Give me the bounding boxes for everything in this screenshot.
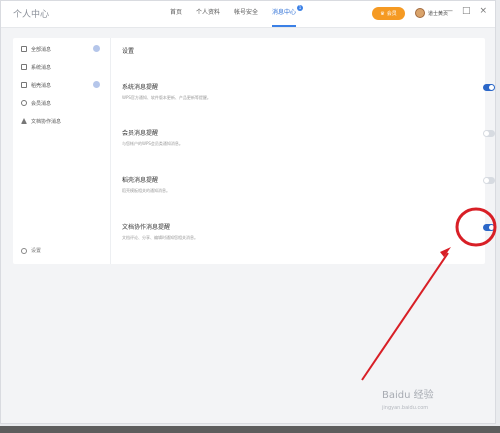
page-title: 设置 <box>122 48 135 55</box>
sidebar-item-label: 文档协作消息 <box>31 118 62 125</box>
setting-description: 文档评论、分享、编辑时通知您相关消息。 <box>122 235 198 240</box>
sidebar-item-member-messages[interactable]: 会员消息 <box>13 94 110 112</box>
setting-description: 与您帐户的WPS会员类通知消息。 <box>122 141 183 146</box>
sidebar-badge <box>93 45 100 52</box>
inbox-icon <box>21 46 27 52</box>
app-window: 个人中心 首页 个人资料 帐号安全 消息中心 1 ♛ 会员 道士黄页 — □ ×… <box>0 0 496 424</box>
tab-account-security[interactable]: 帐号安全 <box>234 1 258 27</box>
setting-description: 稻壳模板相关的通知消息。 <box>122 188 170 193</box>
vip-button-label: 会员 <box>386 11 397 17</box>
sidebar-item-label: 会员消息 <box>31 100 52 107</box>
triangle-icon <box>21 118 27 124</box>
setting-title: 会员消息提醒 <box>122 130 159 137</box>
tab-home[interactable]: 首页 <box>170 1 182 27</box>
watermark: Baidu 经验 <box>382 390 434 401</box>
maximize-icon[interactable]: □ <box>462 6 471 16</box>
minimize-icon[interactable]: — <box>444 6 453 16</box>
crown-icon: ♛ <box>380 10 385 17</box>
setting-description: WPS官方通知、软件版本更新、产品更新等提醒。 <box>122 95 211 100</box>
sidebar-settings-label: 设置 <box>31 248 42 254</box>
sidebar-item-system-messages[interactable]: 系统消息 <box>13 58 110 76</box>
sidebar-item-label: 全部消息 <box>31 46 52 53</box>
watermark-subtext: jingyan.baidu.com <box>382 405 429 411</box>
tab-profile[interactable]: 个人资料 <box>196 1 220 27</box>
member-icon <box>21 100 27 106</box>
gear-icon <box>21 247 27 254</box>
message-settings-card: 全部消息 系统消息 稻壳消息 会员消息 文档协作消息 设置 设置 系统消息提醒 … <box>13 38 495 264</box>
vip-button[interactable]: ♛ 会员 <box>372 7 405 20</box>
sidebar: 全部消息 系统消息 稻壳消息 会员消息 文档协作消息 设置 <box>13 38 111 264</box>
member-message-toggle[interactable] <box>483 130 495 137</box>
setting-row-system: 系统消息提醒 WPS官方通知、软件版本更新、产品更新等提醒。 <box>122 82 495 108</box>
setting-title: 稻壳消息提醒 <box>122 177 159 184</box>
sidebar-settings-button[interactable]: 设置 <box>21 247 41 254</box>
sidebar-badge <box>93 81 100 88</box>
toggle-knob <box>484 178 489 183</box>
toggle-knob <box>484 131 489 136</box>
header-bar: 个人中心 首页 个人资料 帐号安全 消息中心 1 ♛ 会员 道士黄页 — □ × <box>1 1 495 28</box>
docer-message-toggle[interactable] <box>483 177 495 184</box>
window-controls: — □ × <box>444 6 487 16</box>
tab-message-center[interactable]: 消息中心 1 <box>272 1 304 27</box>
docer-icon <box>21 82 27 88</box>
close-icon[interactable]: × <box>479 6 487 16</box>
bottom-strip <box>0 426 500 433</box>
notification-badge: 1 <box>297 5 304 11</box>
toggle-knob <box>489 225 494 230</box>
setting-row-doc-collab: 文档协作消息提醒 文档评论、分享、编辑时通知您相关消息。 <box>122 222 495 248</box>
tab-message-center-label: 消息中心 <box>272 9 297 16</box>
setting-title: 系统消息提醒 <box>122 84 159 91</box>
sidebar-item-label: 系统消息 <box>31 64 52 71</box>
top-nav: 首页 个人资料 帐号安全 消息中心 1 <box>170 1 310 27</box>
system-message-toggle[interactable] <box>483 84 495 91</box>
monitor-icon <box>21 64 27 70</box>
avatar[interactable] <box>415 8 425 18</box>
setting-title: 文档协作消息提醒 <box>122 224 171 231</box>
sidebar-item-docer-messages[interactable]: 稻壳消息 <box>13 76 110 94</box>
settings-panel: 设置 系统消息提醒 WPS官方通知、软件版本更新、产品更新等提醒。 会员消息提醒… <box>122 38 495 264</box>
sidebar-item-label: 稻壳消息 <box>31 82 52 89</box>
doc-collab-message-toggle[interactable] <box>483 224 495 231</box>
toggle-knob <box>489 85 494 90</box>
setting-row-member: 会员消息提醒 与您帐户的WPS会员类通知消息。 <box>122 128 495 154</box>
app-title: 个人中心 <box>13 10 50 20</box>
sidebar-item-all-messages[interactable]: 全部消息 <box>13 40 110 58</box>
setting-row-docer: 稻壳消息提醒 稻壳模板相关的通知消息。 <box>122 175 495 201</box>
sidebar-item-doc-collab-messages[interactable]: 文档协作消息 <box>13 112 110 130</box>
